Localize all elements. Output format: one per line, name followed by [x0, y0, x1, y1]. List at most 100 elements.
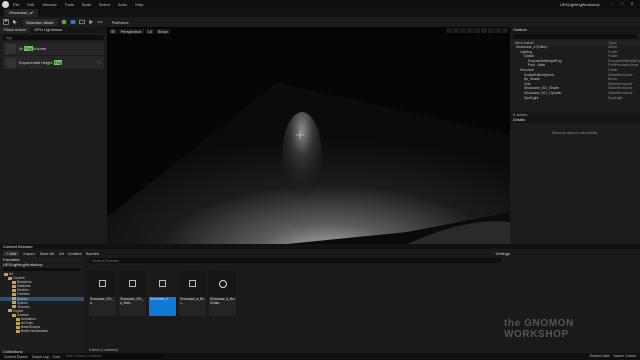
level-asset-icon — [159, 280, 166, 287]
more-options-icon[interactable] — [97, 19, 103, 25]
asset-name: Showcase_001_a — [90, 297, 114, 305]
folder-icon — [16, 329, 20, 333]
outliner-row-label: SpotLight — [524, 95, 539, 100]
content-browser-settings-button[interactable]: Settings — [496, 251, 510, 256]
main-toolbar: Selection Mode Platforms — [0, 17, 640, 27]
level-viewport[interactable]: ☰ Perspective Lit Show — [107, 27, 510, 244]
menu-edit[interactable]: Edit — [27, 2, 34, 7]
menu-file[interactable]: File — [13, 2, 19, 7]
asset-search-input[interactable]: Search Scenes — [89, 258, 501, 263]
asset-name: Showcase_a_Bui... — [180, 297, 204, 305]
breadcrumb-all[interactable]: All — [59, 251, 63, 256]
menu-help[interactable]: Help — [135, 2, 143, 7]
menu-actor[interactable]: Actor — [118, 2, 127, 7]
project-header[interactable]: UE5LightingWorkshop — [0, 262, 84, 267]
outliner-search-input[interactable] — [513, 34, 637, 39]
asset-name: Showcase_a_Built Data — [210, 297, 235, 305]
save-icon[interactable] — [3, 19, 9, 25]
output-log-button[interactable]: Output Log — [32, 355, 49, 359]
lit-mode-button[interactable]: Lit — [145, 28, 154, 34]
asset-thumbnail — [149, 270, 176, 297]
asset-tile[interactable]: Showcase_001_a — [89, 270, 116, 316]
grid-snap-icon[interactable] — [474, 28, 480, 33]
asset-tile[interactable]: Showcase_a — [149, 270, 176, 316]
maximize-viewport-icon[interactable] — [502, 28, 508, 33]
content-drawer-button[interactable]: Content Drawer — [4, 355, 28, 359]
folder-icon — [12, 297, 16, 301]
outliner-row-label: Structure — [520, 67, 534, 72]
folder-icon — [12, 301, 16, 305]
asset-tile[interactable]: Showcase_a_Bui... — [179, 270, 206, 316]
actor-item-atmospheric-fog[interactable]: Ar Fog Volume — [3, 42, 104, 55]
asset-tile[interactable]: Showcase_a_Built Data — [209, 270, 236, 316]
play-icon[interactable] — [88, 19, 94, 25]
source-control-button[interactable]: Source Control — [613, 354, 636, 358]
viewport-transform-tools — [445, 28, 508, 33]
unreal-logo-icon[interactable] — [2, 1, 9, 8]
add-button[interactable]: + Add — [3, 250, 20, 256]
menu-select[interactable]: Select — [99, 2, 110, 7]
scale-snap-icon[interactable] — [488, 28, 494, 33]
tab-place-actors[interactable]: Place Actors — [0, 27, 31, 33]
outliner-row-label: ExponentialHeightFog — [528, 58, 562, 63]
folder-search-input[interactable] — [3, 268, 81, 271]
menu-tools[interactable]: Tools — [65, 2, 74, 7]
asset-thumbnail — [209, 270, 236, 297]
menu-build[interactable]: Build — [82, 2, 91, 7]
close-icon[interactable]: ✕ — [627, 1, 637, 6]
actor-item-exponential-height-fog[interactable]: Exponential Height Fog ⓘ — [3, 56, 104, 69]
viewport-options-button[interactable]: ☰ — [109, 28, 117, 34]
place-actors-search-input[interactable]: fog — [3, 35, 104, 40]
rotate-tool-icon[interactable] — [453, 28, 459, 33]
move-tool-icon[interactable] — [446, 28, 452, 33]
outliner-title: Outliner — [510, 27, 640, 33]
breadcrumb-content[interactable]: Content — [68, 251, 82, 256]
tab-gpu-lightmass[interactable]: GPU Lightmass — [30, 27, 66, 33]
asset-name: Showcase_001_a_Built... — [120, 297, 144, 305]
menu-window[interactable]: Window — [42, 2, 56, 7]
outliner-row-label: Showcase_001_Cylinder — [524, 90, 562, 95]
show-button[interactable]: Show — [155, 28, 170, 34]
level-tab[interactable]: Showcase_a* — [4, 9, 39, 17]
cinematics-icon[interactable] — [78, 19, 85, 25]
actor-item-suffix: Volume — [32, 46, 47, 51]
content-browser-assets: Search Scenes Showcase_001_a Showcase_001… — [86, 257, 504, 354]
level-asset-icon — [99, 280, 106, 287]
asset-thumbnail — [89, 270, 116, 297]
save-all-button[interactable]: Save All — [40, 251, 54, 256]
info-icon[interactable]: ⓘ — [97, 60, 101, 66]
folder-tree-item[interactable]: BufferVisualization — [0, 329, 84, 333]
window-title: UE5LightingWorkshop — [560, 2, 600, 7]
outliner-row-label: Lighting — [520, 49, 532, 54]
breadcrumb-scenes[interactable]: Scenes — [86, 251, 99, 256]
console-command-input[interactable]: Enter Console Command — [63, 354, 164, 359]
viewport-toolbar: ☰ Perspective Lit Show — [107, 27, 510, 34]
scale-tool-icon[interactable] — [460, 28, 466, 33]
add-content-icon[interactable] — [61, 19, 67, 25]
outliner-row-type: SpotLight — [608, 95, 623, 100]
derived-data-button[interactable]: Derived Data — [590, 354, 610, 358]
window-controls: – □ ✕ — [607, 1, 637, 6]
perspective-button[interactable]: Perspective — [118, 28, 144, 34]
angle-snap-icon[interactable] — [481, 28, 487, 33]
outliner-row[interactable]: SpotLight SpotLight — [510, 96, 640, 101]
maximize-icon[interactable]: □ — [617, 1, 627, 6]
blueprint-icon[interactable] — [70, 19, 76, 25]
cmd-dropdown[interactable]: Cmd — [53, 355, 60, 359]
cursor-mode-icon[interactable] — [12, 19, 18, 25]
content-browser-folder-tree: Favorites UE5LightingWorkshop All Content… — [0, 257, 84, 354]
search-highlight: Fog — [53, 60, 63, 65]
selection-mode-dropdown[interactable]: Selection Mode — [23, 18, 57, 26]
asset-name: Showcase_a — [150, 297, 169, 301]
level-asset-icon — [189, 280, 196, 287]
platforms-button[interactable]: Platforms — [112, 20, 129, 25]
outliner-panel: Outliner Item Label Type Showcase_a (Edi… — [510, 27, 640, 117]
viewport-scene[interactable] — [107, 27, 510, 244]
world-local-icon[interactable] — [467, 28, 473, 33]
camera-speed-icon[interactable] — [495, 28, 501, 33]
asset-tile[interactable]: Showcase_001_a_Built... — [119, 270, 146, 316]
actor-item-label: Ar — [19, 46, 23, 51]
search-highlight: Fog — [24, 46, 33, 51]
import-button[interactable]: Import — [23, 251, 34, 256]
minimize-icon[interactable]: – — [607, 1, 617, 6]
